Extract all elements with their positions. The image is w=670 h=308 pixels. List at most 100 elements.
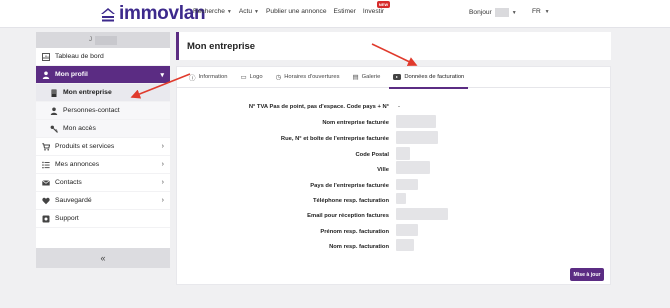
redacted-code-postal [396,147,410,160]
youtube-icon [393,74,402,80]
envelope-icon [42,179,50,187]
sidebar-item-support[interactable]: Support [36,210,170,228]
main-nav: Recherche ▼ Actu ▼ Publier une annonce E… [193,1,391,15]
immovlan-logo[interactable]: immovlan [100,3,206,24]
tab-donnees-de-facturation[interactable]: Données de facturation [389,67,469,89]
chevron-down-icon: ▾ [160,71,164,79]
key-icon [50,125,58,133]
sidebar-item-label: Support [55,215,79,222]
nav-label: Publier une annonce [266,8,327,15]
sidebar-item-personnes-contact[interactable]: Personnes-contact [36,102,170,120]
field-label-tva: N° TVA Pas de point, pas d'espace. Code … [248,104,389,110]
new-badge: NEW [376,1,391,8]
sidebar-item-label: Sauvegardé [55,197,92,204]
sidebar-item-mon-acces[interactable]: Mon accès [36,120,170,138]
sidebar-item-label: Mon profil [55,71,88,78]
redacted-prenom [396,224,418,236]
nav-investir[interactable]: Investir NEW [362,1,391,15]
chevron-down-icon: ▼ [226,8,232,15]
clock-icon: ◷ [275,74,282,81]
chevron-right-icon: › [161,197,164,204]
page-title-bar: Mon entreprise [176,32,611,60]
sidebar-collapse-button[interactable]: « [36,248,170,268]
sidebar-item-tableau-de-bord[interactable]: Tableau de bord [36,48,170,66]
gallery-icon: ▤ [352,74,359,81]
sidebar-item-label: Mes annonces [55,161,100,168]
sidebar-item-produits-et-services[interactable]: Produits et services › [36,138,170,156]
sidebar-item-label: Mon accès [63,125,96,132]
field-label-email: Email pour réception factures [307,213,389,219]
tab-label: Galerie [361,74,381,80]
chevron-down-icon: ▼ [511,9,517,16]
chevron-right-icon: › [161,143,164,150]
field-value-tva: - [398,104,400,110]
tab-label: Information [198,74,228,80]
redacted-telephone [396,193,406,204]
update-button[interactable]: Mise à jour [570,268,604,281]
sidebar-item-mes-annonces[interactable]: Mes annonces › [36,156,170,174]
nav-label: Recherche [193,8,225,15]
tab-logo[interactable]: ▭ Logo [241,67,263,88]
tab-galerie[interactable]: ▤ Galerie [352,67,380,88]
logo-roof-icon [101,8,115,22]
person-icon [50,107,58,115]
field-label-rue: Rue, N° et boîte de l'entreprise facturé… [280,136,389,142]
tab-information[interactable]: ⓘ Information [189,67,228,88]
field-label-code-postal: Code Postal [355,152,390,158]
tab-label: Horaires d'ouvertures [284,74,340,80]
sidebar-item-mon-entreprise[interactable]: Mon entreprise [36,84,170,102]
info-icon: ⓘ [189,75,196,82]
redacted-user-name [95,35,117,45]
nav-estimer[interactable]: Estimer [334,8,356,15]
field-label-prenom: Prénom resp. facturation [320,229,389,235]
sidebar-item-contacts[interactable]: Contacts › [36,174,170,192]
field-label-ville: Ville [377,167,389,173]
user-menu[interactable]: Bonjour ▼ [469,8,517,17]
user-initial: J [89,37,92,43]
page-title: Mon entreprise [187,41,256,52]
nav-actu[interactable]: Actu ▼ [239,8,259,15]
language-selector[interactable]: FR ▼ [532,8,550,15]
support-icon [42,215,50,223]
nav-label: Investir [362,8,385,15]
tab-label: Données de facturation [404,74,465,80]
nav-label: Actu [238,8,253,15]
language-label: FR [532,8,541,15]
building-icon [50,89,58,97]
image-icon: ▭ [240,74,247,81]
chevron-down-icon: ▼ [544,9,550,15]
chevron-right-icon: › [161,179,164,186]
field-label-pays: Pays de l'entreprise facturée [310,183,389,189]
redacted-nom-entreprise [396,115,436,128]
chevron-down-icon: ▼ [254,8,259,15]
chevron-right-icon: › [161,161,164,168]
nav-publier-une-annonce[interactable]: Publier une annonce [266,8,327,15]
redacted-pays [396,179,418,190]
list-icon [42,161,50,169]
redacted-username [494,8,509,17]
sidebar-item-label: Produits et services [55,143,115,150]
sidebar: J Tableau de bord Mon profil ▾ Mon entre… [36,32,170,268]
tab-bar: ⓘ Information ▭ Logo ◷ Horaires d'ouvert… [177,67,610,89]
sidebar-item-label: Contacts [55,179,82,186]
company-details-card: ⓘ Information ▭ Logo ◷ Horaires d'ouvert… [176,66,611,285]
greeting-text: Bonjour [469,9,492,16]
sidebar-item-label: Mon entreprise [63,89,112,96]
redacted-rue [396,131,438,144]
sidebar-item-sauvegarde[interactable]: Sauvegardé › [36,192,170,210]
dashboard-icon [42,52,50,61]
double-chevron-left-icon: « [100,253,106,263]
tab-horaires-ouvertures[interactable]: ◷ Horaires d'ouvertures [276,67,340,88]
nav-recherche[interactable]: Recherche ▼ [193,8,232,15]
nav-label: Estimer [333,8,356,15]
sidebar-user-header: J [36,32,170,48]
field-label-nom: Nom resp. facturation [329,244,389,250]
sidebar-item-mon-profil[interactable]: Mon profil ▾ [36,66,170,84]
redacted-email [396,208,448,220]
sidebar-item-label: Personnes-contact [63,107,120,114]
tab-label: Logo [249,74,263,80]
cart-icon [42,142,50,151]
heart-icon [42,197,50,205]
redacted-nom [396,239,414,251]
field-label-telephone: Téléphone resp. facturation [312,198,389,204]
